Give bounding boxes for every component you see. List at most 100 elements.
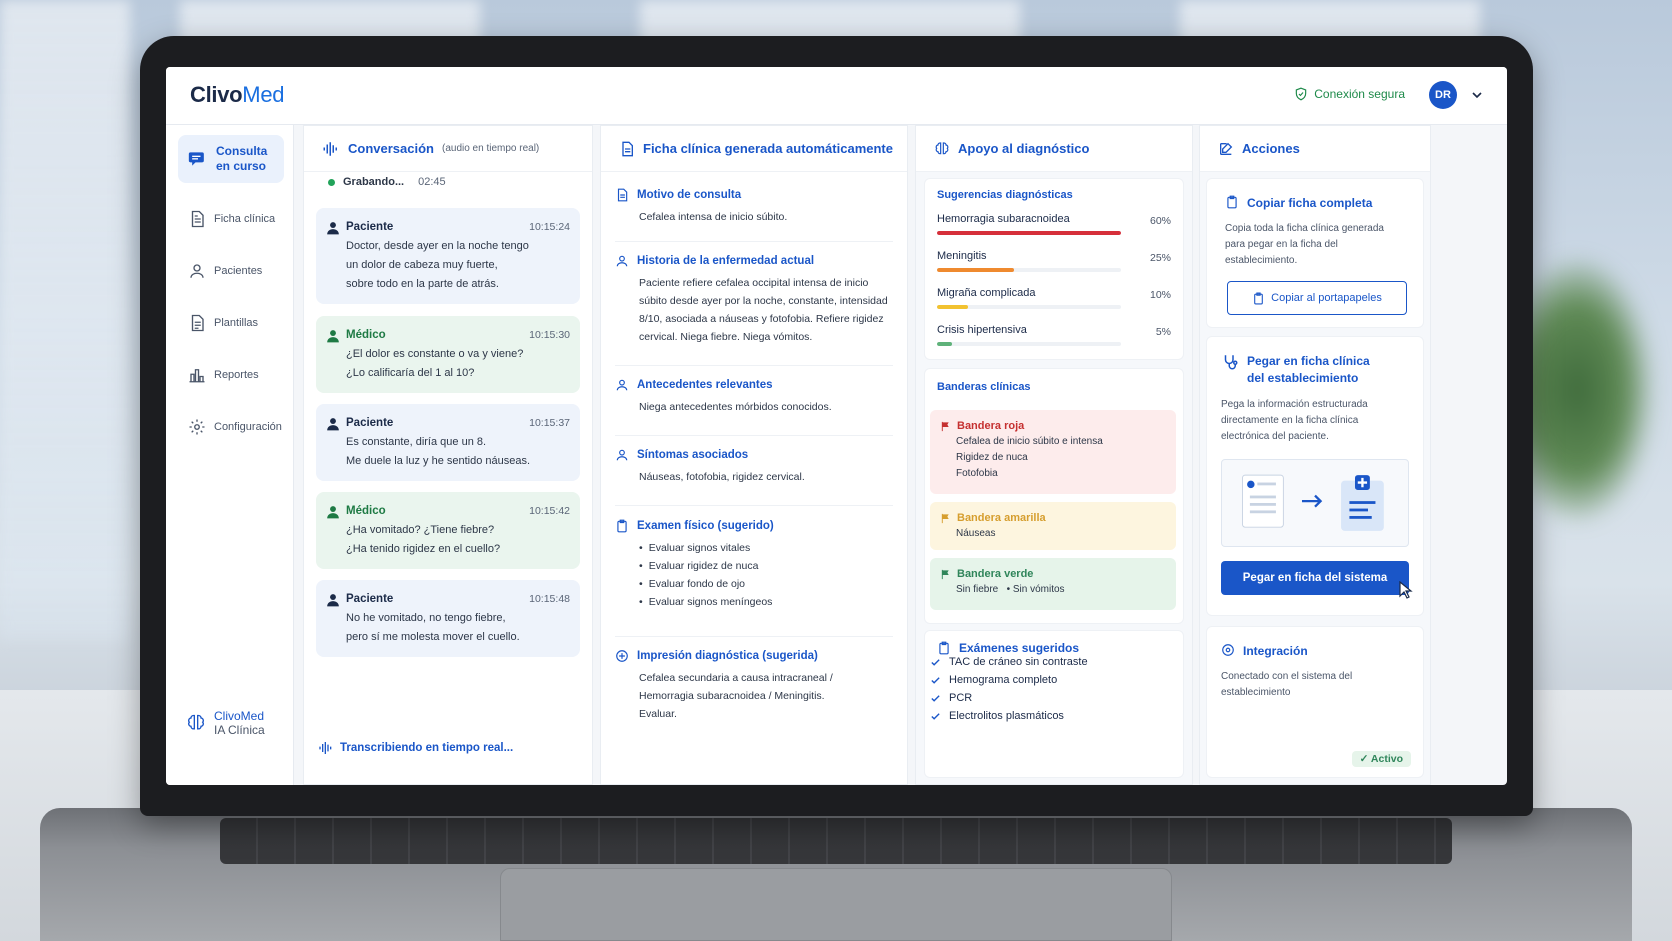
diagnosis-probability: 25% — [1149, 252, 1171, 264]
edit-icon — [1220, 142, 1233, 155]
message-time: 10:15:37 — [529, 417, 570, 429]
user-icon — [616, 449, 628, 461]
sidebar-item-reportes[interactable]: Reportes — [178, 351, 284, 399]
message-bubble: Médico 10:15:30 ¿El dolor es constante o… — [316, 316, 580, 393]
copy-desc-line: Copia toda la ficha clínica generada — [1225, 223, 1384, 234]
sidebar-item-label: Configuración — [214, 421, 282, 433]
chevron-down-icon[interactable] — [1469, 87, 1485, 103]
sidebar-item-label: Consulta — [216, 144, 268, 158]
sidebar-item-ficha-clinica[interactable]: Ficha clínica — [178, 195, 284, 243]
user-icon — [190, 264, 204, 278]
section-line: súbito desde ayer por la noche, constant… — [639, 295, 888, 307]
app-logo[interactable]: ClivoMed — [190, 82, 285, 108]
sidebar-item-plantillas[interactable]: Plantillas — [178, 299, 284, 347]
audio-wave-icon — [319, 742, 332, 754]
document-icon — [191, 210, 204, 228]
copy-desc-line: establecimiento. — [1225, 255, 1298, 266]
message-line: ¿Lo calificaría del 1 al 10? — [346, 367, 475, 379]
audio-wave-icon — [323, 141, 337, 156]
bar-chart-icon — [189, 369, 205, 383]
sidebar-item-label: Pacientes — [214, 265, 263, 277]
integration-icon — [1222, 644, 1234, 656]
status-badge: ✓ Activo — [1351, 751, 1411, 767]
user-avatar[interactable]: DR — [1429, 81, 1457, 109]
ficha-panel: Ficha clínica generada automáticamente M… — [600, 125, 908, 785]
recording-label: Grabando... — [343, 176, 405, 188]
message-line: pero sí me molesta mover el cuello. — [346, 631, 520, 643]
probability-bar-fill — [937, 231, 1121, 235]
diagnosis-name: Meningitis — [937, 250, 987, 262]
integration-card: Integración Conectado con el sistema del… — [1206, 626, 1424, 778]
diagnosis-probability: 60% — [1149, 215, 1171, 227]
section-line: Paciente refiere cefalea occipital inten… — [639, 277, 869, 289]
diagnosis-name: Hemorragia subaracnoidea — [937, 213, 1070, 225]
flags-title: Banderas clínicas — [937, 381, 1031, 393]
ficha-section-motivo: Motivo de consulta Cefalea intensa de in… — [615, 188, 893, 242]
flag-icon — [941, 569, 949, 579]
section-title: Antecedentes relevantes — [637, 379, 773, 391]
laptop-trackpad — [500, 868, 1172, 941]
conversation-header: Conversación (audio en tiempo real) — [304, 126, 592, 172]
clipboard-icon — [1254, 292, 1263, 304]
brand-name: ClivoMed — [214, 709, 265, 723]
message-line: Doctor, desde ayer en la noche tengo — [346, 240, 529, 252]
probability-bar-track — [937, 268, 1121, 272]
diagnosis-panel: Apoyo al diagnóstico Sugerencias diagnós… — [915, 125, 1193, 785]
diagnosis-header: Apoyo al diagnóstico — [916, 126, 1192, 172]
sidebar-item-label: Reportes — [214, 369, 259, 381]
paste-card: Pegar en ficha clínica del establecimient… — [1206, 336, 1424, 616]
diagnosis-icon — [616, 650, 628, 662]
section-title: Impresión diagnóstica (sugerida) — [637, 650, 818, 662]
exam-item: Electrolitos plasmáticos — [930, 710, 1064, 722]
message-line: sobre todo en la parte de atrás. — [346, 278, 499, 290]
transcribing-status: Transcribiendo en tiempo real... — [318, 740, 513, 756]
copy-card: Copiar ficha completa Copia toda la fich… — [1206, 178, 1424, 328]
section-title: Motivo de consulta — [637, 189, 742, 201]
checkmark-icon — [931, 658, 940, 666]
paste-desc-line: directamente en la ficha clínica — [1221, 415, 1359, 426]
flag-icon — [941, 421, 949, 431]
document-transfer-illustration — [1241, 474, 1384, 531]
section-line: 8/10, asociada a náuseas y fotofobia. Re… — [639, 313, 884, 325]
sidebar-item-configuracion[interactable]: Configuración — [178, 403, 284, 451]
checkmark-icon — [931, 712, 940, 720]
diagnosis-suggestion-row: Hemorragia subaracnoidea 60% — [937, 213, 1171, 235]
suggestions-title: Sugerencias diagnósticas — [937, 189, 1073, 201]
document-icon — [622, 141, 633, 156]
template-icon — [191, 314, 204, 332]
message-time: 10:15:48 — [529, 593, 570, 605]
recording-time: 02:45 — [418, 176, 446, 188]
exam-item: PCR — [930, 692, 972, 704]
message-line: Me duele la luz y he sentido náuseas. — [346, 455, 531, 467]
user-icon — [327, 418, 339, 431]
diagnosis-suggestion-row: Migraña complicada 10% — [937, 287, 1171, 309]
message-line: ¿Ha tenido rigidez en el cuello? — [346, 543, 501, 555]
exam-bullet: Evaluar rigidez de nuca — [639, 557, 893, 575]
conversation-title: Conversación — [348, 141, 434, 156]
probability-bar-track — [937, 231, 1121, 235]
clipboard-icon — [617, 519, 627, 533]
diagnosis-suggestion-row: Crisis hipertensiva 5% — [937, 324, 1171, 346]
message-time: 10:15:24 — [529, 221, 570, 233]
conversation-panel: Conversación (audio en tiempo real) Grab… — [303, 125, 593, 785]
recording-dot — [328, 178, 335, 186]
diagnosis-name: Migraña complicada — [937, 287, 1036, 299]
message-line: ¿El dolor es constante o va y viene? — [346, 348, 524, 360]
ficha-section-examen: Examen físico (sugerido) Evaluar signos … — [615, 519, 893, 637]
clipboard-icon — [939, 641, 949, 655]
checkmark-icon — [931, 694, 940, 702]
paste-to-system-button[interactable]: Pegar en ficha del sistema — [1221, 561, 1409, 595]
transfer-illustration — [1221, 459, 1409, 547]
message-line: Es constante, diría que un 8. — [346, 436, 487, 448]
message-bubble: Paciente 10:15:37 Es constante, diría qu… — [316, 404, 580, 481]
paste-desc-line: Pega la información estructurada — [1221, 399, 1368, 410]
message-bubble: Médico 10:15:42 ¿Ha vomitado? ¿Tiene fie… — [316, 492, 580, 569]
user-icon — [327, 330, 339, 343]
sidebar-item-label: Plantillas — [214, 317, 259, 329]
sidebar-item-consulta[interactable]: Consulta en curso — [178, 135, 284, 183]
gear-icon — [189, 419, 205, 435]
flag-item: Sin vómitos — [1012, 584, 1065, 595]
sidebar-item-pacientes[interactable]: Pacientes — [178, 247, 284, 295]
copy-to-clipboard-button[interactable]: Copiar al portapapeles — [1227, 281, 1407, 315]
sidebar-item-label: Ficha clínica — [214, 213, 276, 225]
